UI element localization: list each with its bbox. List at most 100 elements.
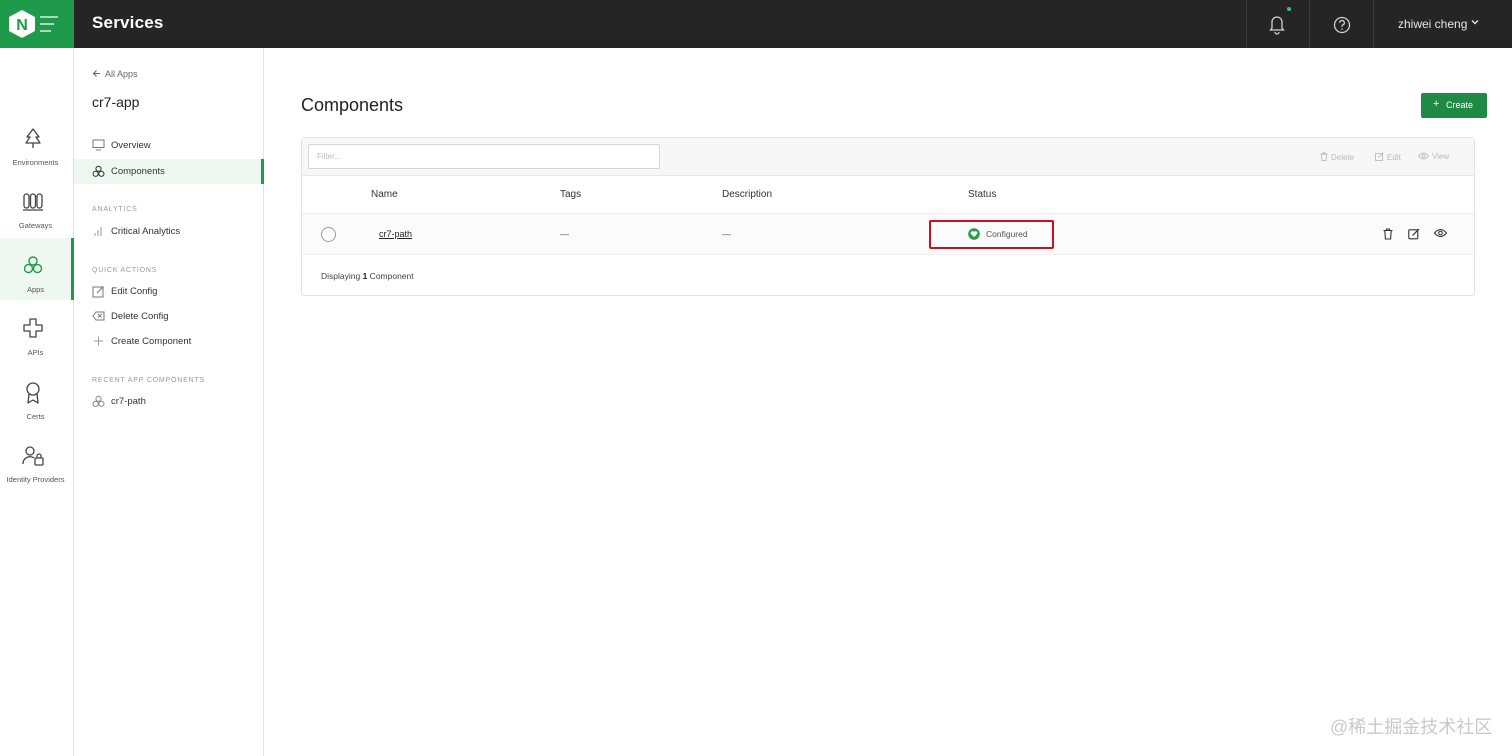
column-header-name[interactable]: Name <box>371 189 398 200</box>
footer-prefix: Displaying <box>321 271 363 281</box>
cert-icon <box>26 382 40 404</box>
section-header-analytics: ANALYTICS <box>92 206 138 213</box>
rail-item-environments[interactable]: Environments <box>0 111 74 173</box>
nav-item-edit-config[interactable]: Edit Config <box>74 279 264 304</box>
nav-item-overview[interactable]: Overview <box>74 133 264 158</box>
components-table-card: Delete Edit View Name Tags Description S… <box>301 137 1475 296</box>
rail-label: Apps <box>26 285 45 294</box>
rail-label: APIs <box>27 348 44 357</box>
help-button[interactable] <box>1328 11 1356 39</box>
nav-item-create-component[interactable]: Create Component <box>74 329 264 354</box>
rail-label: Environments <box>12 158 59 167</box>
gateway-icon <box>23 193 43 211</box>
nav-item-delete-config[interactable]: Delete Config <box>74 304 264 329</box>
component-name-link[interactable]: cr7-path <box>379 229 412 239</box>
backspace-icon <box>92 311 105 321</box>
rail-item-certs[interactable]: Certs <box>0 365 74 427</box>
toolbar-edit-label: Edit <box>1387 153 1401 162</box>
arrow-left-icon <box>92 70 100 77</box>
component-name-cell: cr7-path <box>379 229 412 239</box>
status-highlight-box: Configured <box>929 220 1054 249</box>
nav-item-recent-component[interactable]: cr7-path <box>74 389 264 414</box>
heart-status-icon <box>968 228 980 240</box>
footer-suffix: Component <box>367 271 414 281</box>
nav-label: Edit Config <box>111 286 158 297</box>
column-header-description[interactable]: Description <box>722 189 772 200</box>
api-icon <box>23 318 43 338</box>
components-icon <box>92 395 105 407</box>
notifications-button[interactable] <box>1262 11 1292 37</box>
nav-label: Overview <box>111 140 151 151</box>
section-header-quick-actions: QUICK ACTIONS <box>92 267 158 274</box>
toolbar-view-button[interactable]: View <box>1417 152 1450 161</box>
nav-label: Components <box>111 166 165 177</box>
component-tags-cell: — <box>560 229 569 239</box>
monitor-icon <box>92 139 105 151</box>
plus-icon <box>94 336 103 346</box>
bar-chart-icon <box>94 227 102 236</box>
table-footer: Displaying 1 Component <box>321 271 414 281</box>
rail-item-apis[interactable]: APIs <box>0 301 74 363</box>
rail-label: Certs <box>26 412 45 421</box>
table-row: cr7-path — — Configured <box>302 214 1474 255</box>
eye-icon <box>1417 152 1430 160</box>
create-button[interactable]: + Create <box>1421 93 1487 118</box>
notification-dot <box>1287 7 1291 11</box>
toolbar-view-label: View <box>1432 152 1450 161</box>
components-icon <box>92 165 105 177</box>
nginx-logo-icon: N <box>9 10 35 38</box>
toolbar-delete-label: Delete <box>1331 153 1355 162</box>
tree-icon <box>25 128 41 148</box>
brand-logo[interactable]: N <box>0 0 74 48</box>
nav-label: Create Component <box>111 336 192 347</box>
divider <box>1246 0 1247 48</box>
create-button-label: Create <box>1446 100 1474 110</box>
edit-icon <box>92 286 104 298</box>
divider <box>1373 0 1374 48</box>
help-icon <box>1333 16 1351 34</box>
chevron-down-icon[interactable] <box>1470 17 1480 27</box>
secondary-sidebar: All Apps cr7-app Overview Components ANA… <box>74 48 264 756</box>
rail-item-identity-providers[interactable]: Identity Providers <box>0 428 74 490</box>
primary-sidebar: Environments Gateways Apps APIs Certs Id… <box>0 48 74 756</box>
row-select-radio[interactable] <box>321 227 336 242</box>
status-label: Configured <box>986 229 1028 239</box>
nav-label: cr7-path <box>111 396 146 407</box>
rail-item-gateways[interactable]: Gateways <box>0 174 74 236</box>
nav-item-critical-analytics[interactable]: Critical Analytics <box>74 219 264 244</box>
table-toolbar: Delete Edit View <box>302 138 1474 176</box>
toolbar-edit-button[interactable]: Edit <box>1375 152 1401 162</box>
back-link-label: All Apps <box>105 69 138 79</box>
nav-label: Critical Analytics <box>111 226 181 237</box>
back-link[interactable]: All Apps <box>92 69 138 79</box>
component-description-cell: — <box>722 229 731 239</box>
top-bar: N Services zhiwei cheng <box>0 0 1512 48</box>
trash-icon <box>1320 152 1328 161</box>
bell-icon <box>1269 16 1285 35</box>
identity-icon <box>22 446 44 466</box>
menu-icon[interactable] <box>40 16 58 37</box>
plus-icon: + <box>1433 98 1440 110</box>
edit-icon <box>1375 152 1384 161</box>
filter-input[interactable] <box>308 144 660 169</box>
rail-label: Gateways <box>18 221 53 230</box>
edit-icon[interactable] <box>1408 228 1420 240</box>
trash-icon[interactable] <box>1383 228 1393 240</box>
user-menu[interactable]: zhiwei cheng <box>1398 17 1467 31</box>
app-name-title: cr7-app <box>92 94 140 110</box>
nav-label: Delete Config <box>111 311 169 322</box>
rail-label: Identity Providers <box>6 475 65 484</box>
rail-item-apps[interactable]: Apps <box>0 238 74 300</box>
app-title: Services <box>92 13 164 32</box>
divider <box>1309 0 1310 48</box>
svg-text:N: N <box>16 17 28 34</box>
apps-icon <box>23 256 43 274</box>
eye-icon[interactable] <box>1434 228 1447 238</box>
section-header-recent: RECENT APP COMPONENTS <box>92 377 206 384</box>
watermark: @稀土掘金技术社区 <box>1330 717 1493 737</box>
column-header-tags[interactable]: Tags <box>560 189 581 200</box>
toolbar-delete-button[interactable]: Delete <box>1320 152 1354 162</box>
page-title: Components <box>301 95 404 115</box>
nav-item-components[interactable]: Components <box>74 159 264 184</box>
column-header-status[interactable]: Status <box>968 189 996 200</box>
